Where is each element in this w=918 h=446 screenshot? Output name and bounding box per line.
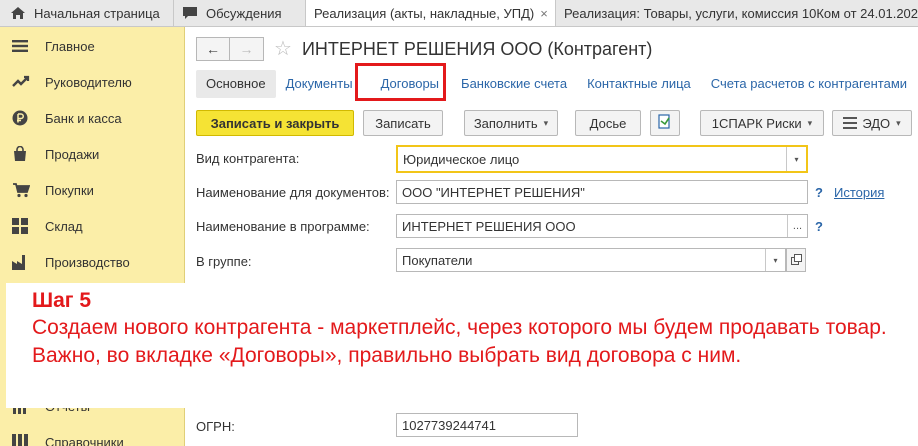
edo-button[interactable]: ЭДО ▾ <box>832 110 912 136</box>
step-description: Создаем нового контрагента - маркетплейс… <box>32 316 887 367</box>
prog-name-input[interactable]: ИНТЕРНЕТ РЕШЕНИЯ ООО ... <box>396 214 808 238</box>
doc-name-input[interactable]: ООО "ИНТЕРНЕТ РЕШЕНИЯ" <box>396 180 808 204</box>
spark-risks-button[interactable]: 1СПАРК Риски ▾ <box>700 110 824 136</box>
open-group-button[interactable] <box>786 248 806 272</box>
sidebar-item-label: Продажи <box>45 146 100 162</box>
arrow-left-icon: ← <box>206 41 220 57</box>
ogrn-input[interactable]: 1027739244741 <box>396 413 578 437</box>
star-icon[interactable]: ☆ <box>274 39 292 59</box>
sidebar-item-purchases[interactable]: Покупки <box>0 172 185 208</box>
group-value: Покупатели <box>402 252 473 268</box>
ogrn-label: ОГРН: <box>196 419 235 434</box>
save-close-button[interactable]: Записать и закрыть <box>196 110 354 136</box>
sidebar-item-label: Покупки <box>45 182 94 198</box>
sidebar-item-production[interactable]: Производство <box>0 244 185 280</box>
ellipsis-icon[interactable]: ... <box>787 215 807 237</box>
tab-discussions[interactable]: Обсуждения <box>174 0 306 26</box>
chat-icon <box>182 6 198 20</box>
tab-sales-goods-label: Реализация: Товары, услуги, комиссия 10К… <box>564 5 918 21</box>
tab-discussions-label: Обсуждения <box>206 5 282 21</box>
sidebar-item-label: Банк и касса <box>45 110 122 126</box>
dossier-button[interactable]: Досье <box>575 110 641 136</box>
attach-icon <box>657 113 673 133</box>
window-tabs-bar: Начальная страница Обсуждения Реализация… <box>0 0 918 27</box>
sidebar-item-manager[interactable]: Руководителю <box>0 64 185 100</box>
edo-icon <box>843 117 858 129</box>
sidebar-item-warehouse[interactable]: Склад <box>0 208 185 244</box>
tab-sales-goods[interactable]: Реализация: Товары, услуги, комиссия 10К… <box>556 0 918 26</box>
forward-button[interactable]: → <box>230 37 264 61</box>
sidebar-item-label: Справочники <box>45 434 124 446</box>
group-label: В группе: <box>196 254 252 269</box>
tab-home[interactable]: Начальная страница <box>0 0 174 26</box>
tab-settlement-accounts[interactable]: Счета расчетов с контрагентами <box>701 70 917 98</box>
prog-name-label: Наименование в программе: <box>196 219 370 234</box>
tab-sales-acts[interactable]: Реализация (акты, накладные, УПД) × <box>306 0 556 26</box>
back-button[interactable]: ← <box>196 37 230 61</box>
chevron-down-icon: ▾ <box>807 117 813 128</box>
page-title: ИНТЕРНЕТ РЕШЕНИЯ ООО (Контрагент) <box>301 38 653 59</box>
form-header: ← → ☆ ИНТЕРНЕТ РЕШЕНИЯ ООО (Контрагент) <box>196 37 652 61</box>
open-icon <box>790 253 802 268</box>
tab-bank-accounts[interactable]: Банковские счета <box>451 70 577 98</box>
chevron-down-icon[interactable]: ▾ <box>765 249 785 271</box>
spark-label: 1СПАРК Риски <box>711 115 802 131</box>
dossier-label: Досье <box>589 115 627 131</box>
ruble-icon <box>0 110 45 126</box>
help-icon[interactable]: ? <box>815 185 823 200</box>
trend-icon <box>0 75 45 89</box>
save-button[interactable]: Записать <box>363 110 443 136</box>
ogrn-value: 1027739244741 <box>402 417 496 433</box>
chevron-down-icon: ▾ <box>543 117 549 128</box>
group-select[interactable]: Покупатели ▾ <box>396 248 786 272</box>
home-icon <box>10 6 26 20</box>
sidebar-item-label: Производство <box>45 254 130 270</box>
sidebar-item-main[interactable]: Главное <box>0 28 185 64</box>
doc-name-label: Наименование для документов: <box>196 185 390 200</box>
help-icon[interactable]: ? <box>815 219 823 234</box>
chevron-down-icon: ▾ <box>896 117 901 128</box>
prog-name-value: ИНТЕРНЕТ РЕШЕНИЯ ООО <box>402 218 576 234</box>
close-icon[interactable]: × <box>540 6 548 21</box>
save-label: Записать <box>375 115 431 131</box>
book-icon <box>0 434 45 446</box>
instruction-overlay: Шаг 5 Создаем нового контрагента - марке… <box>6 283 918 408</box>
sidebar-item-references[interactable]: Справочники <box>0 424 185 446</box>
menu-icon <box>0 39 45 53</box>
fill-label: Заполнить <box>473 115 538 131</box>
edo-label: ЭДО <box>862 115 891 131</box>
save-close-label: Записать и закрыть <box>210 115 340 131</box>
tab-main[interactable]: Основное <box>196 70 276 98</box>
sidebar-item-label: Склад <box>45 218 83 234</box>
sidebar-item-label: Руководителю <box>45 74 132 90</box>
factory-icon <box>0 254 45 270</box>
tab-contacts[interactable]: Контактные лица <box>577 70 701 98</box>
cart-icon <box>0 182 45 198</box>
highlight-box <box>355 63 446 101</box>
warehouse-icon <box>0 218 45 234</box>
fill-button[interactable]: Заполнить ▾ <box>464 110 558 136</box>
history-link[interactable]: История <box>834 185 884 200</box>
sidebar-item-sales[interactable]: Продажи <box>0 136 185 172</box>
type-value: Юридическое лицо <box>403 151 520 167</box>
form-tabs: Основное Документы Договоры Банковские с… <box>196 70 918 98</box>
step-heading: Шаг 5 <box>32 289 92 312</box>
sidebar-item-bank[interactable]: Банк и касса <box>0 100 185 136</box>
chevron-down-icon[interactable]: ▾ <box>786 147 806 171</box>
tab-documents[interactable]: Документы <box>276 70 363 98</box>
attach-button[interactable] <box>650 110 680 136</box>
arrow-right-icon: → <box>239 41 254 57</box>
tab-home-label: Начальная страница <box>34 5 160 21</box>
type-label: Вид контрагента: <box>196 151 300 166</box>
doc-name-value: ООО "ИНТЕРНЕТ РЕШЕНИЯ" <box>402 184 585 200</box>
type-select[interactable]: Юридическое лицо ▾ <box>396 145 808 173</box>
bag-icon <box>0 146 45 162</box>
sidebar-item-label: Главное <box>45 38 95 54</box>
tab-sales-acts-label: Реализация (акты, накладные, УПД) <box>314 5 535 21</box>
